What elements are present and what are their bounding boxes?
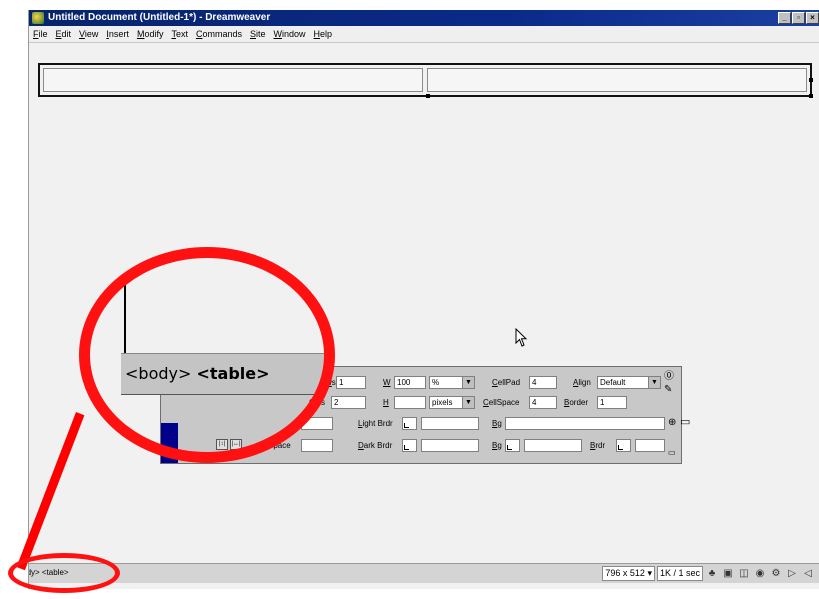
point-to-file-icon[interactable]: ⊕ xyxy=(668,417,676,429)
height-label: H xyxy=(383,398,389,407)
width-label: W xyxy=(383,378,391,387)
menu-site[interactable]: Site xyxy=(246,26,270,42)
align-select[interactable]: Default ▼ xyxy=(597,376,661,389)
bg-color-field[interactable] xyxy=(524,439,582,452)
title-bar[interactable]: Untitled Document (Untitled-1*) - Dreamw… xyxy=(29,10,819,26)
brdr-color-swatch[interactable] xyxy=(616,439,631,452)
table-resize-handle-bottom[interactable] xyxy=(426,94,430,98)
border-field[interactable]: 1 xyxy=(597,396,627,409)
menu-window[interactable]: Window xyxy=(270,26,310,42)
menu-text[interactable]: Text xyxy=(167,26,192,42)
timelines-icon[interactable]: ▷ xyxy=(785,567,799,580)
callout-small-circle xyxy=(8,553,120,593)
collapse-panel-icon[interactable]: ▭ xyxy=(668,447,676,459)
download-indicator: 1K / 1 sec xyxy=(656,566,703,581)
document-table[interactable] xyxy=(38,63,813,98)
html-source-icon[interactable]: ◫ xyxy=(737,567,751,580)
menu-bar: File Edit View Insert Modify Text Comman… xyxy=(29,26,819,43)
dark-border-color-swatch[interactable] xyxy=(402,439,417,452)
light-border-color-field[interactable] xyxy=(421,417,479,430)
window-size-popup[interactable]: 796 x 512 ▾ xyxy=(602,566,655,581)
cols-field[interactable]: 2 xyxy=(331,396,366,409)
hspace-field[interactable] xyxy=(301,439,333,452)
bg-image-label: Bg xyxy=(492,419,502,428)
quick-tag-editor-icon[interactable]: ✎ xyxy=(664,384,672,396)
height-field[interactable] xyxy=(394,396,426,409)
brdr-label: Brdr xyxy=(590,441,606,450)
dropdown-arrow-icon: ▼ xyxy=(462,377,474,388)
menu-edit[interactable]: Edit xyxy=(52,26,76,42)
width-unit-value: % xyxy=(432,378,440,387)
bg-color-label: Bg xyxy=(492,441,502,450)
close-button[interactable]: × xyxy=(806,12,819,24)
menu-insert[interactable]: Insert xyxy=(102,26,133,42)
status-bar: <body> <table> 796 x 512 ▾ 1K / 1 sec ♣ … xyxy=(29,563,819,583)
minimize-button[interactable]: _ xyxy=(778,12,791,24)
dark-border-color-field[interactable] xyxy=(421,439,479,452)
brdr-color-field[interactable] xyxy=(635,439,665,452)
table-cell-1[interactable] xyxy=(43,68,423,92)
width-field[interactable]: 100 xyxy=(394,376,426,389)
bg-color-swatch[interactable] xyxy=(505,439,520,452)
table-resize-handle-corner[interactable] xyxy=(809,94,813,98)
light-border-label: Light Brdr xyxy=(358,419,393,428)
cellpad-label: CellPad xyxy=(492,378,521,387)
width-unit-select[interactable]: % ▼ xyxy=(429,376,475,389)
align-label: Align xyxy=(573,378,591,387)
align-value: Default xyxy=(600,378,626,387)
cellspace-label: CellSpace xyxy=(483,398,520,407)
border-label: Border xyxy=(564,398,589,407)
site-icon[interactable]: ♣ xyxy=(705,567,719,580)
bg-image-field[interactable] xyxy=(505,417,665,430)
table-resize-handle-right[interactable] xyxy=(809,78,813,82)
menu-view[interactable]: View xyxy=(75,26,102,42)
menu-commands[interactable]: Commands xyxy=(192,26,246,42)
window-controls: _ ▫ × xyxy=(778,12,819,24)
cellspace-field[interactable]: 4 xyxy=(529,396,557,409)
mouse-pointer-icon xyxy=(515,328,528,347)
window-title: Untitled Document (Untitled-1*) - Dreamw… xyxy=(48,12,271,23)
history-icon[interactable]: ◁ xyxy=(801,567,815,580)
status-right-group: 796 x 512 ▾ 1K / 1 sec ♣ ▣ ◫ ◉ ⚙ ▷ ◁ xyxy=(602,566,815,581)
dropdown-arrow-icon: ▼ xyxy=(462,397,474,408)
dreamweaver-app-icon xyxy=(32,12,44,24)
properties-icon[interactable]: ◉ xyxy=(753,567,767,580)
help-icon[interactable]: ⓪ xyxy=(664,371,674,383)
menu-file[interactable]: File xyxy=(29,26,52,42)
menu-help[interactable]: Help xyxy=(310,26,337,42)
folder-icon[interactable]: ▭ xyxy=(680,416,690,428)
cellpad-field[interactable]: 4 xyxy=(529,376,557,389)
window-size-value: 796 x 512 xyxy=(605,568,645,578)
height-unit-select[interactable]: pixels ▼ xyxy=(429,396,475,409)
maximize-button[interactable]: ▫ xyxy=(792,12,805,24)
menu-modify[interactable]: Modify xyxy=(133,26,168,42)
light-border-color-swatch[interactable] xyxy=(402,417,417,430)
behaviors-icon[interactable]: ⚙ xyxy=(769,567,783,580)
dark-border-label: Dark Brdr xyxy=(358,441,393,450)
dropdown-arrow-icon: ▼ xyxy=(648,377,660,388)
callout-large-circle xyxy=(79,247,335,463)
table-cell-2[interactable] xyxy=(427,68,807,92)
height-unit-value: pixels xyxy=(432,398,453,407)
library-icon[interactable]: ▣ xyxy=(721,567,735,580)
rows-field[interactable]: 1 xyxy=(336,376,366,389)
